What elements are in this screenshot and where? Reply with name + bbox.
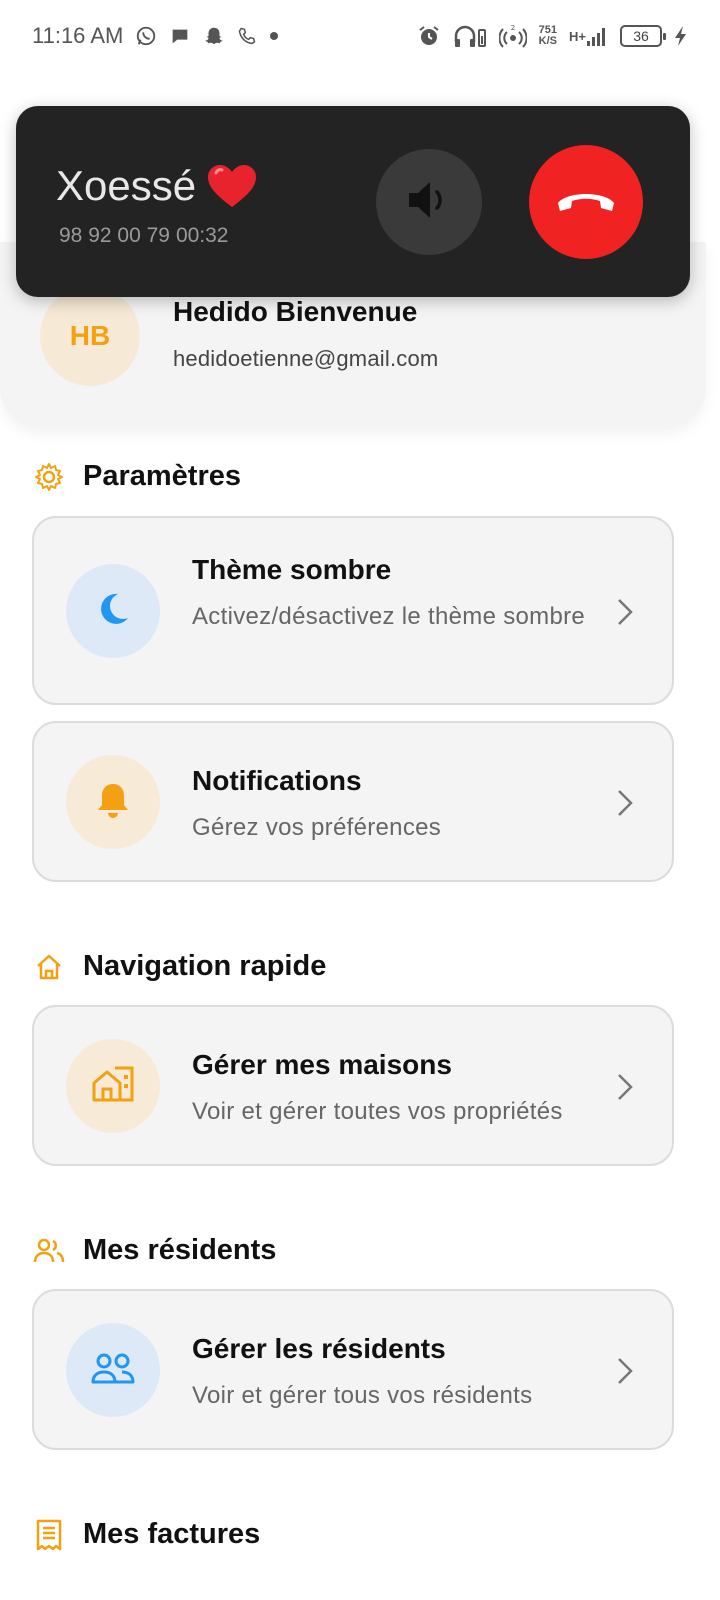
- battery-icon: 36: [620, 25, 666, 47]
- avatar[interactable]: HB: [40, 286, 140, 386]
- section-navigation: Navigation rapide: [33, 950, 326, 983]
- gerer-residents-card[interactable]: Gérer les résidents Voir et gérer tous v…: [32, 1289, 674, 1450]
- section-parametres-title: Paramètres: [83, 460, 241, 492]
- theme-sombre-card[interactable]: Thème sombre Activez/désactivez le thème…: [32, 516, 674, 705]
- section-navigation-title: Navigation rapide: [83, 950, 327, 982]
- dot-icon: [269, 31, 279, 41]
- maisons-icon-circle: [66, 1039, 160, 1133]
- notifications-card[interactable]: Notifications Gérez vos préférences: [32, 721, 674, 882]
- status-bar: 11:16 AM 2 751 K/S H+ 36: [0, 0, 720, 72]
- chat-bubble-icon: [169, 25, 191, 47]
- notifications-icon-circle: [66, 755, 160, 849]
- signal-icon: H+: [569, 25, 608, 47]
- buildings-icon: [91, 1065, 135, 1108]
- profile-email: hedidoetienne@gmail.com: [173, 346, 439, 371]
- theme-icon-circle: [66, 564, 160, 658]
- net-type: H+: [569, 28, 586, 44]
- residents-title: Gérer les résidents: [192, 1333, 446, 1364]
- theme-title: Thème sombre: [192, 554, 392, 585]
- chevron-right-icon: [614, 788, 636, 818]
- maisons-subtitle: Voir et gérer toutes vos propriétés: [192, 1098, 563, 1125]
- speaker-icon: [405, 178, 453, 227]
- net-speed: 751 K/S: [539, 25, 557, 47]
- alarm-icon: [417, 24, 441, 48]
- residents-subtitle: Voir et gérer tous vos résidents: [192, 1382, 533, 1409]
- section-residents: Mes résidents: [33, 1234, 276, 1267]
- charging-bolt-icon: [674, 25, 688, 47]
- receipt-icon: [33, 1519, 65, 1551]
- moon-icon: [94, 590, 132, 633]
- heart-icon: [206, 163, 258, 209]
- call-number: 98 92 00 79: [59, 224, 170, 247]
- sim-index: 2: [510, 24, 514, 32]
- section-factures-title: Mes factures: [83, 1518, 261, 1550]
- caller-name: Xoessé: [56, 162, 197, 209]
- hotspot-icon: 2: [498, 24, 527, 48]
- phone-call-icon: [237, 26, 257, 46]
- battery-level: 36: [633, 28, 649, 44]
- whatsapp-icon: [135, 25, 157, 47]
- gear-icon: [33, 461, 65, 493]
- theme-subtitle: Activez/désactivez le thème sombre: [192, 603, 586, 630]
- status-left: 11:16 AM: [32, 23, 279, 49]
- net-speed-unit: K/S: [538, 35, 557, 47]
- profile-name: Hedido Bienvenue: [173, 296, 418, 327]
- headphones-icon: [453, 24, 487, 48]
- people-icon: [33, 1235, 65, 1267]
- residents-icon-circle: [66, 1323, 160, 1417]
- chevron-right-icon: [614, 1072, 636, 1102]
- call-duration: 00:32: [175, 224, 229, 247]
- ongoing-call-banner[interactable]: Xoessé 98 92 00 79 00:32: [16, 106, 690, 297]
- call-meta: 98 92 00 79 00:32: [59, 224, 229, 248]
- chevron-right-icon: [614, 597, 636, 627]
- chevron-right-icon: [614, 1356, 636, 1386]
- section-factures: Mes factures: [33, 1518, 260, 1551]
- users-icon: [91, 1352, 135, 1389]
- bell-icon: [95, 781, 131, 824]
- status-time: 11:16 AM: [32, 23, 124, 48]
- caller-name-row: Xoessé: [56, 162, 258, 210]
- section-residents-title: Mes résidents: [83, 1234, 277, 1266]
- phone-hangup-icon: [555, 185, 617, 220]
- status-right: 2 751 K/S H+ 36: [417, 24, 688, 48]
- home-icon: [33, 951, 65, 983]
- hang-up-button[interactable]: [529, 145, 643, 259]
- speaker-button[interactable]: [376, 149, 482, 255]
- avatar-initials: HB: [69, 320, 111, 351]
- gerer-maisons-card[interactable]: Gérer mes maisons Voir et gérer toutes v…: [32, 1005, 674, 1166]
- maisons-title: Gérer mes maisons: [192, 1049, 452, 1080]
- notifications-title: Notifications: [192, 765, 362, 796]
- snapchat-icon: [203, 25, 225, 47]
- notifications-subtitle: Gérez vos préférences: [192, 814, 442, 841]
- section-parametres: Paramètres: [33, 460, 241, 493]
